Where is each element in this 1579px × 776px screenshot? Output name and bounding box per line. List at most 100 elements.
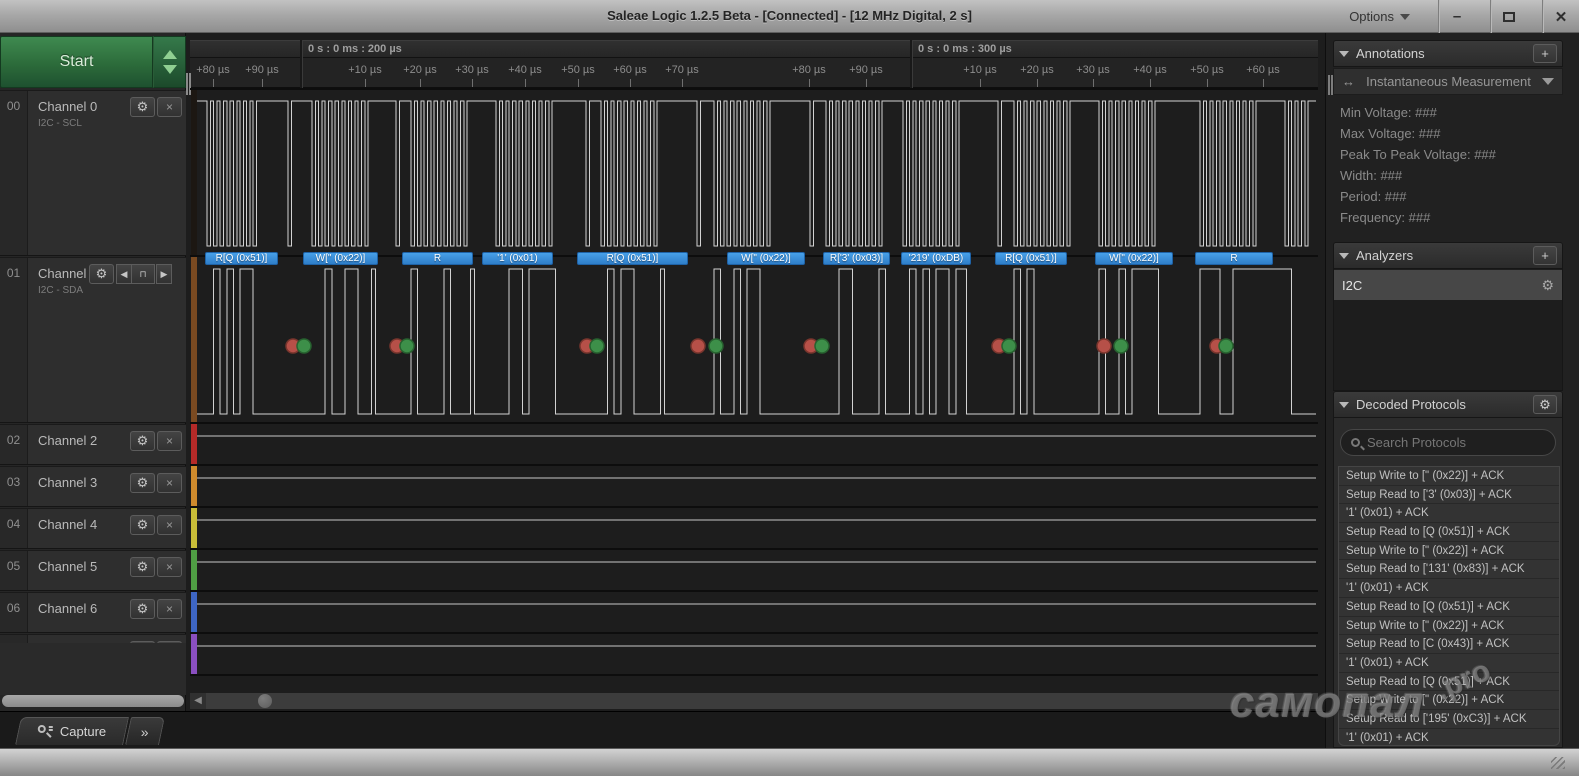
decoded-protocol-row[interactable]: Setup Read to [C (0x43)] + ACK xyxy=(1339,635,1559,654)
decoded-protocol-row[interactable]: Setup Read to [Q (0x51)] + ACK xyxy=(1339,523,1559,542)
channel-remove-button[interactable]: × xyxy=(157,557,182,577)
timeline-tick-label: +40 µs xyxy=(1133,64,1167,76)
channel-settings-button[interactable]: ⚙ xyxy=(130,431,155,451)
timeline-tick-label: +30 µs xyxy=(455,64,489,76)
channel-settings-button[interactable]: ⚙ xyxy=(130,97,155,117)
waveform-area[interactable]: 0 s : 0 ms : 200 µs 0 s : 0 ms : 300 µs +8… xyxy=(186,33,1325,711)
decoded-protocol-row[interactable]: '1' (0x01) + ACK xyxy=(1339,504,1559,524)
decoded-protocol-row[interactable]: Setup Write to [" (0x22)] + ACK xyxy=(1339,467,1559,486)
start-options-button[interactable] xyxy=(153,36,186,88)
start-button[interactable]: Start xyxy=(0,36,153,88)
channel-row-2[interactable]: 02 Channel 2 ⚙ × xyxy=(0,424,186,465)
decoded-protocol-row[interactable]: '1' (0x01) + ACK xyxy=(1339,729,1559,745)
channel-settings-button[interactable]: ⚙ xyxy=(89,264,114,284)
decoded-protocols-title: Decoded Protocols xyxy=(1356,397,1466,412)
channel-color-strip xyxy=(191,90,197,256)
decoded-protocol-row[interactable]: '1' (0x01) + ACK xyxy=(1339,654,1559,673)
measurement-value: Peak To Peak Voltage: ### xyxy=(1340,147,1496,162)
gear-icon[interactable]: ⚙ xyxy=(1541,277,1554,294)
channel-remove-button[interactable]: × xyxy=(157,515,182,535)
decoded-protocols-header[interactable]: Decoded Protocols ⚙ xyxy=(1333,391,1563,418)
channel-row-6[interactable]: 06 Channel 6 ⚙ × xyxy=(0,592,186,633)
annotations-header[interactable]: Annotations + xyxy=(1333,40,1563,67)
channel-settings-button[interactable]: ⚙ xyxy=(130,599,155,619)
decoded-protocol-row[interactable]: Setup Read to [Q (0x51)] + ACK xyxy=(1339,598,1559,617)
search-protocols-input[interactable]: Search Protocols xyxy=(1340,429,1556,456)
channel-row-1[interactable]: 01 Channel 1 I2C - SDA ⚙ ◀ ⊓ ▶ xyxy=(0,257,186,423)
scrollbar-thumb[interactable] xyxy=(258,694,272,708)
decoded-protocol-row[interactable]: Setup Write to [" (0x22)] + ACK xyxy=(1339,691,1559,710)
close-button[interactable]: ✕ xyxy=(1542,0,1579,33)
channel-row-0[interactable]: 00 Channel 0 I2C - SCL ⚙ × xyxy=(0,90,186,256)
timeline-tick-label: +20 µs xyxy=(403,64,437,76)
decoded-protocol-row[interactable]: Setup Read to ['195' (0xC3)] + ACK xyxy=(1339,710,1559,729)
analyzer-name: I2C xyxy=(1342,277,1363,293)
timeline-tick-mark xyxy=(866,79,867,87)
analyzers-header[interactable]: Analyzers + xyxy=(1333,242,1563,269)
channel-remove-button[interactable]: × xyxy=(157,599,182,619)
capture-tab[interactable]: Capture xyxy=(15,717,129,745)
analyzer-item-i2c[interactable]: I2C ⚙ xyxy=(1334,270,1562,300)
measurement-label: Instantaneous Measurement xyxy=(1366,74,1531,89)
decoded-protocol-row[interactable]: '1' (0x01) + ACK xyxy=(1339,579,1559,598)
decoded-protocol-row[interactable]: Setup Read to ['3' (0x03)] + ACK xyxy=(1339,486,1559,505)
i2c-decode-bubble[interactable]: W[" (0x22)] xyxy=(303,252,378,265)
maximize-button[interactable] xyxy=(1490,0,1527,33)
channel-row-3[interactable]: 03 Channel 3 ⚙ × xyxy=(0,466,186,507)
i2c-decode-bubble[interactable]: W[" (0x22)] xyxy=(1095,252,1173,265)
resize-grip-icon[interactable] xyxy=(1551,757,1565,769)
instantaneous-measurement-row[interactable]: ↔ Instantaneous Measurement xyxy=(1333,68,1563,95)
trigger-pulse-button[interactable]: ⊓ xyxy=(131,264,155,284)
measurement-value: Period: ### xyxy=(1340,189,1407,204)
channel-protocol-label: I2C - SDA xyxy=(38,285,84,296)
timeline-tick-mark xyxy=(1093,79,1094,87)
channel-row-4[interactable]: 04 Channel 4 ⚙ × xyxy=(0,508,186,549)
channel-remove-button[interactable]: × xyxy=(157,97,182,117)
title-bar[interactable]: Saleae Logic 1.2.5 Beta - [Connected] - … xyxy=(0,0,1579,33)
waveform-canvas[interactable] xyxy=(190,88,1318,695)
decoded-protocols-list[interactable]: Setup Write to [" (0x22)] + ACK Setup Rea… xyxy=(1338,466,1560,746)
i2c-decode-bubble[interactable]: R[Q (0x51)] xyxy=(205,252,278,265)
channel-settings-button[interactable]: ⚙ xyxy=(130,557,155,577)
channel-color-strip xyxy=(191,508,197,549)
timeline-tick-mark xyxy=(420,79,421,87)
channel-color-strip xyxy=(191,257,197,423)
tab-expand-button[interactable]: » xyxy=(125,717,165,745)
timeline-tick-mark xyxy=(809,79,810,87)
i2c-decode-bubble[interactable]: R['3' (0x03)] xyxy=(823,252,890,265)
i2c-decode-bubble[interactable]: '219' (0xDB) xyxy=(901,252,971,265)
trigger-next-button[interactable]: ▶ xyxy=(156,264,172,284)
i2c-decode-bubble[interactable]: '1' (0x01) xyxy=(482,252,553,265)
channel-panel-scrollbar[interactable] xyxy=(2,695,184,707)
close-icon: ✕ xyxy=(1554,8,1568,26)
horizontal-scrollbar[interactable] xyxy=(206,693,1318,709)
options-button[interactable]: Options xyxy=(1335,0,1424,33)
channel-remove-button[interactable]: × xyxy=(157,473,182,493)
channel-index: 05 xyxy=(0,551,28,590)
i2c-decode-bubble[interactable]: R xyxy=(402,252,473,265)
timeline-tick-label: +90 µs xyxy=(245,64,279,76)
timeline-tick-label: +70 µs xyxy=(665,64,699,76)
i2c-decode-bubble[interactable]: W[" (0x22)] xyxy=(727,252,805,265)
add-annotation-button[interactable]: + xyxy=(1533,44,1557,63)
minimize-button[interactable]: – xyxy=(1438,0,1475,33)
trigger-prev-button[interactable]: ◀ xyxy=(116,264,132,284)
decoded-protocol-row[interactable]: Setup Write to [" (0x22)] + ACK xyxy=(1339,542,1559,561)
move-icon: ↔ xyxy=(1342,74,1355,89)
i2c-decode-bubble[interactable]: R[Q (0x51)] xyxy=(995,252,1067,265)
channel-name: Channel 0 xyxy=(38,99,98,114)
channel-settings-button[interactable]: ⚙ xyxy=(130,473,155,493)
decoded-settings-button[interactable]: ⚙ xyxy=(1533,395,1557,414)
scroll-left-button[interactable]: ◀ xyxy=(190,693,206,709)
channel-settings-button[interactable]: ⚙ xyxy=(130,515,155,535)
i2c-decode-bubble[interactable]: R xyxy=(1195,252,1273,265)
decoded-protocol-row[interactable]: Setup Read to [Q (0x51)] + ACK xyxy=(1339,673,1559,692)
decoded-protocol-row[interactable]: Setup Write to [" (0x22)] + ACK xyxy=(1339,617,1559,636)
channel-remove-button[interactable]: × xyxy=(157,431,182,451)
i2c-decode-bubble[interactable]: R[Q (0x51)] xyxy=(577,252,688,265)
add-analyzer-button[interactable]: + xyxy=(1533,246,1557,265)
maximize-icon xyxy=(1503,11,1515,22)
decoded-protocol-row[interactable]: Setup Read to ['131' (0x83)] + ACK xyxy=(1339,560,1559,580)
channel-row-5[interactable]: 05 Channel 5 ⚙ × xyxy=(0,550,186,591)
channel-name: Channel 2 xyxy=(38,433,98,448)
